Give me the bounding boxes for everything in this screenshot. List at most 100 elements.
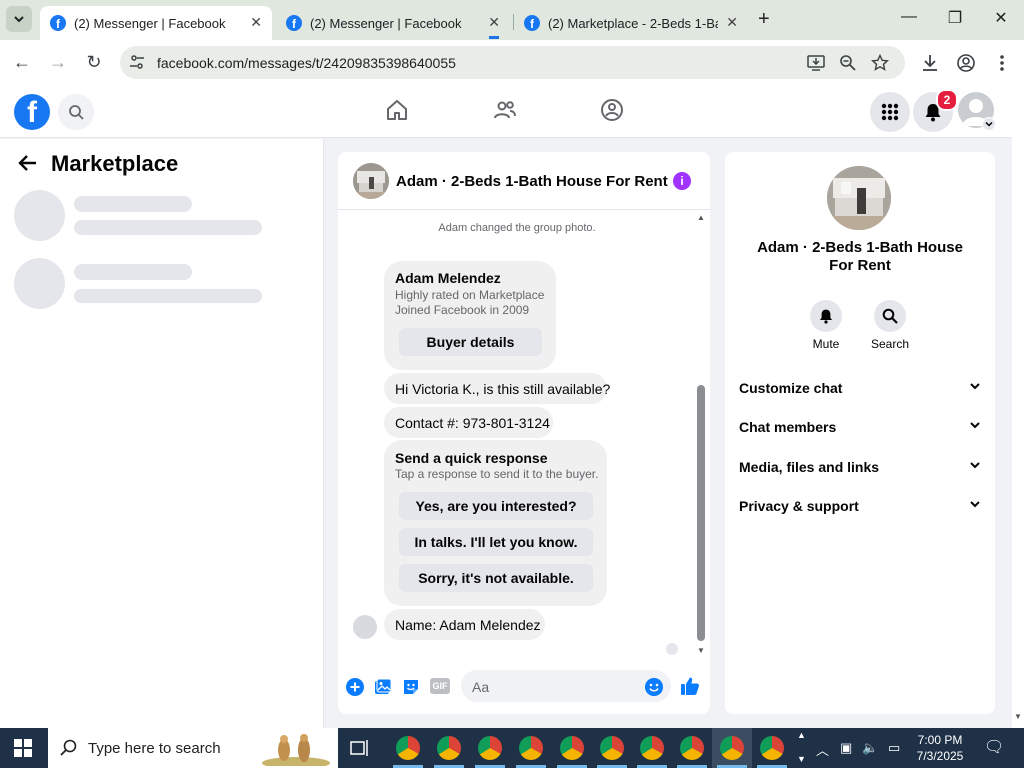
site-settings-icon[interactable]: [129, 54, 145, 70]
chat-members-section[interactable]: Chat members: [739, 415, 981, 439]
group-photo-large[interactable]: [827, 166, 891, 230]
seller-info-card: Adam Melendez Highly rated on Marketplac…: [384, 261, 556, 370]
close-window-button[interactable]: ✕: [986, 8, 1016, 28]
message-input[interactable]: Aa: [461, 670, 671, 702]
media-files-links-section[interactable]: Media, files and links: [739, 455, 981, 479]
scroll-up-arrow[interactable]: ▲: [697, 213, 705, 222]
task-view-icon[interactable]: [350, 738, 370, 758]
thumbs-up-icon[interactable]: [680, 676, 700, 696]
minimize-button[interactable]: —: [894, 8, 924, 26]
new-tab-button[interactable]: +: [758, 8, 770, 31]
chrome-taskbar-icon[interactable]: [437, 736, 461, 760]
account-menu-chevron[interactable]: [982, 117, 996, 131]
zoom-icon[interactable]: [839, 54, 857, 72]
taskbar-search-box[interactable]: Type here to search: [48, 728, 338, 768]
quick-response-option-yes[interactable]: Yes, are you interested?: [399, 492, 593, 520]
customize-chat-section[interactable]: Customize chat: [739, 376, 981, 400]
groups-icon[interactable]: [600, 98, 624, 122]
chrome-taskbar-icon[interactable]: [478, 736, 502, 760]
facebook-logo[interactable]: f: [14, 94, 50, 130]
sender-avatar: [353, 615, 377, 639]
chrome-taskbar-icon[interactable]: [600, 736, 624, 760]
taskbar-scroll-up[interactable]: ▲: [797, 730, 806, 740]
message-text: Name: Adam Melendez: [395, 617, 541, 633]
attach-photo-icon[interactable]: [374, 678, 392, 696]
menu-grid-button[interactable]: [870, 92, 910, 132]
url-text[interactable]: facebook.com/messages/t/2420983539864005…: [157, 55, 456, 71]
scroll-down-arrow[interactable]: ▼: [697, 646, 705, 655]
conversation-panel: Adam · 2-Beds 1-Bath House For Rent i ▲ …: [338, 152, 710, 714]
tab-search-button[interactable]: [6, 6, 32, 32]
quick-response-title: Send a quick response: [395, 450, 548, 466]
tab-audio-indicator: [489, 36, 499, 39]
maximize-button[interactable]: ❐: [940, 8, 970, 28]
mute-button[interactable]: [810, 300, 842, 332]
windows-start-icon[interactable]: [14, 739, 32, 757]
more-menu-icon[interactable]: [995, 53, 1009, 73]
seller-rating-text: Highly rated on Marketplace: [395, 288, 545, 302]
seller-name: Adam Melendez: [395, 270, 501, 286]
facebook-search-button[interactable]: [58, 94, 94, 130]
taskbar-scroll-down[interactable]: ▼: [797, 754, 806, 764]
chrome-taskbar-icon[interactable]: [720, 736, 744, 760]
close-tab-icon[interactable]: ✕: [488, 14, 500, 31]
page-scroll-down-arrow[interactable]: ▼: [1014, 712, 1022, 721]
chrome-taskbar-icon[interactable]: [519, 736, 543, 760]
back-button[interactable]: ←: [10, 52, 34, 73]
bookmark-star-icon[interactable]: [871, 54, 889, 72]
network-icon[interactable]: ▭: [888, 740, 900, 756]
windows-taskbar: Type here to search ▲ ▼ ︿ ▣ 🔈 ▭ 7:00 PM …: [0, 728, 1024, 768]
taskbar-search-placeholder: Type here to search: [88, 740, 221, 757]
conversation-title[interactable]: Adam · 2-Beds 1-Bath House For Rent: [396, 173, 668, 190]
notification-center-icon[interactable]: 🗨: [984, 737, 1004, 757]
search-conversation-button[interactable]: [874, 300, 906, 332]
chat-scrollbar-thumb[interactable]: [697, 385, 705, 641]
home-icon[interactable]: [385, 98, 409, 122]
reload-button[interactable]: ↻: [82, 52, 106, 73]
profile-icon[interactable]: [956, 53, 976, 73]
quick-response-option-sorry[interactable]: Sorry, it's not available.: [399, 564, 593, 592]
loading-avatar-placeholder: [14, 190, 65, 241]
browser-tab-messenger-2[interactable]: f (2) Messenger | Facebook ✕: [276, 6, 510, 40]
section-label: Privacy & support: [739, 498, 859, 514]
chrome-taskbar-icon[interactable]: [396, 736, 420, 760]
quick-response-option-talks[interactable]: In talks. I'll let you know.: [399, 528, 593, 556]
browser-tab-messenger-1[interactable]: f (2) Messenger | Facebook ✕: [40, 6, 272, 40]
close-tab-icon[interactable]: ✕: [250, 14, 262, 31]
meet-now-icon[interactable]: ▣: [840, 740, 852, 756]
download-icon[interactable]: [920, 53, 940, 73]
volume-icon[interactable]: 🔈: [862, 740, 878, 756]
group-photo-avatar[interactable]: [353, 163, 389, 199]
conversation-info-icon[interactable]: i: [673, 172, 691, 190]
forward-button[interactable]: →: [46, 52, 70, 73]
chevron-down-icon: [970, 422, 980, 429]
sticker-icon[interactable]: [402, 678, 420, 696]
browser-tab-strip: f (2) Messenger | Facebook ✕ f (2) Messe…: [0, 0, 1024, 40]
chrome-taskbar-icon[interactable]: [560, 736, 584, 760]
gif-button[interactable]: GIF: [430, 678, 450, 694]
friends-icon[interactable]: [493, 98, 517, 122]
system-message: Adam changed the group photo.: [438, 222, 596, 234]
facebook-favicon-icon: f: [50, 15, 66, 31]
buyer-details-button[interactable]: Buyer details: [399, 328, 542, 356]
loading-avatar-placeholder: [14, 258, 65, 309]
quick-response-subtitle: Tap a response to send it to the buyer.: [395, 467, 599, 481]
taskbar-clock[interactable]: 7:00 PM 7/3/2025: [912, 732, 968, 764]
show-hidden-icons-chevron[interactable]: ︿: [816, 740, 829, 759]
section-label: Customize chat: [739, 380, 843, 396]
privacy-support-section[interactable]: Privacy & support: [739, 494, 981, 518]
page-scrollbar[interactable]: ▼: [1012, 86, 1024, 728]
chrome-taskbar-icon[interactable]: [760, 736, 784, 760]
close-tab-icon[interactable]: ✕: [726, 14, 738, 31]
back-arrow-icon[interactable]: [18, 153, 38, 173]
chrome-taskbar-icon[interactable]: [680, 736, 704, 760]
chrome-taskbar-icon[interactable]: [640, 736, 664, 760]
loading-line-placeholder: [74, 289, 262, 303]
browser-tab-marketplace[interactable]: f (2) Marketplace - 2-Beds 1-Bath ✕: [514, 6, 748, 40]
emoji-icon[interactable]: [645, 678, 663, 696]
marketplace-title: Marketplace: [51, 151, 179, 176]
install-app-icon[interactable]: [807, 54, 825, 72]
more-actions-plus-icon[interactable]: [346, 678, 364, 696]
address-bar[interactable]: facebook.com/messages/t/2420983539864005…: [120, 46, 905, 79]
message-text: Contact #: 973-801-3124: [395, 415, 550, 431]
